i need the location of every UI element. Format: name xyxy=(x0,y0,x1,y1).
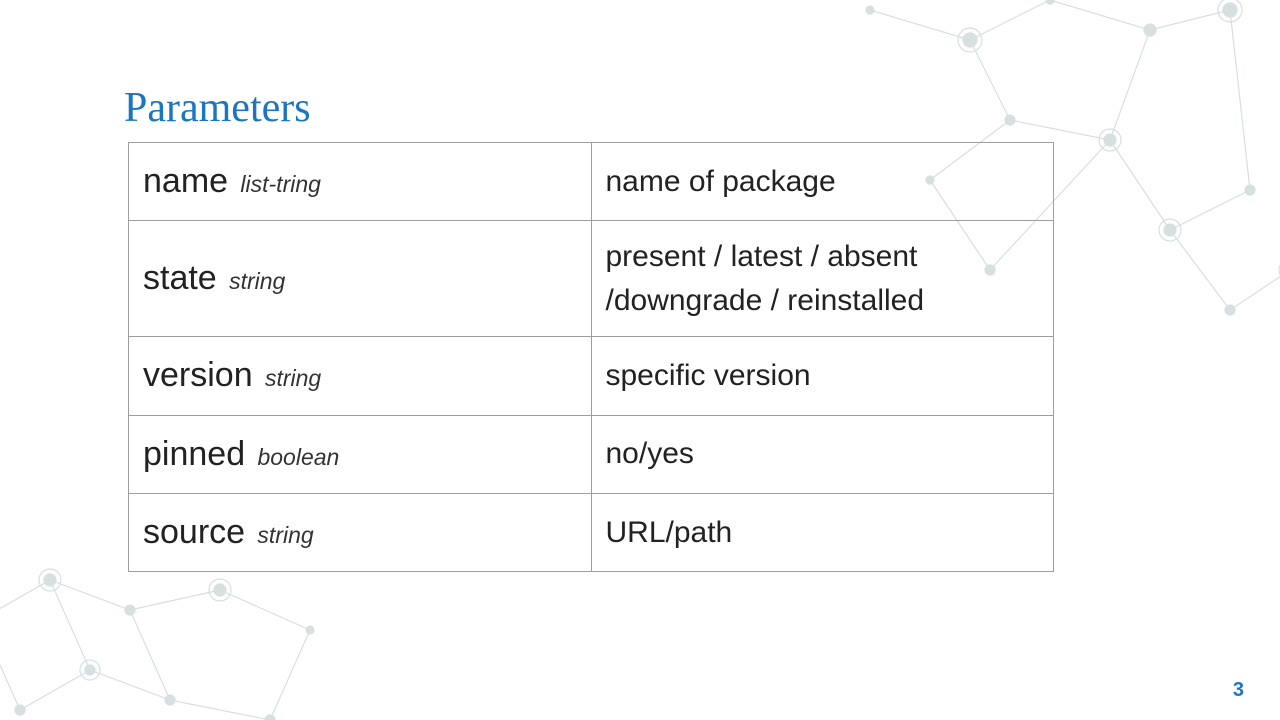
table-row: name list-tring name of package xyxy=(129,143,1054,221)
param-desc: present / latest / absent /downgrade / r… xyxy=(591,221,1054,337)
param-desc: name of package xyxy=(591,143,1054,221)
param-cell: name list-tring xyxy=(129,143,592,221)
param-cell: state string xyxy=(129,221,592,337)
slide: Parameters name list-tring name of packa… xyxy=(0,0,1280,720)
param-cell: source string xyxy=(129,493,592,571)
param-name: name xyxy=(143,162,228,200)
param-type: list-tring xyxy=(240,171,321,197)
param-type: string xyxy=(265,365,321,391)
table-row: source string URL/path xyxy=(129,493,1054,571)
param-type: boolean xyxy=(257,444,339,470)
param-desc: no/yes xyxy=(591,415,1054,493)
param-type: string xyxy=(257,522,313,548)
table-row: pinned boolean no/yes xyxy=(129,415,1054,493)
param-name: version xyxy=(143,356,253,394)
param-desc: URL/path xyxy=(591,493,1054,571)
parameters-table: name list-tring name of package state st… xyxy=(128,142,1054,572)
param-cell: version string xyxy=(129,337,592,415)
param-name: state xyxy=(143,259,217,297)
page-number: 3 xyxy=(1233,679,1244,702)
param-name: pinned xyxy=(143,435,245,473)
table-row: version string specific version xyxy=(129,337,1054,415)
param-type: string xyxy=(229,268,285,294)
page-title: Parameters xyxy=(124,84,311,132)
param-desc: specific version xyxy=(591,337,1054,415)
table-row: state string present / latest / absent /… xyxy=(129,221,1054,337)
param-cell: pinned boolean xyxy=(129,415,592,493)
param-name: source xyxy=(143,513,245,551)
